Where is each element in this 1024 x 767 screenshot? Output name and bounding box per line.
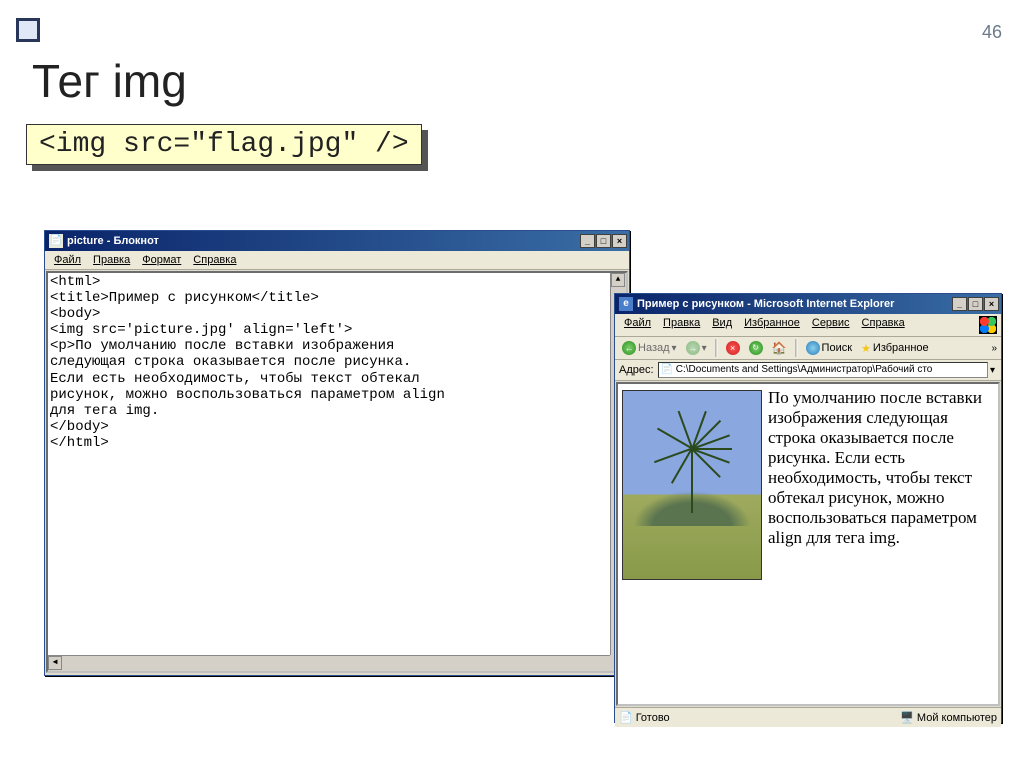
search-icon <box>806 341 820 355</box>
status-done-icon: 📄 <box>619 711 633 724</box>
notepad-title: picture - Блокнот <box>67 235 580 247</box>
ie-toolbar: ← Назад ▾ → ▾ × ↻ 🏠 Поиск ★ Избранное » <box>615 337 1001 360</box>
menu-edit[interactable]: Правка <box>88 253 135 267</box>
back-icon: ← <box>622 341 636 355</box>
menu-help[interactable]: Справка <box>188 253 241 267</box>
toolbar-separator <box>715 339 718 357</box>
notepad-code: <html> <title>Пример с рисунком</title> … <box>50 274 624 469</box>
ie-icon: e <box>619 297 633 311</box>
maximize-button[interactable]: □ <box>968 297 983 311</box>
menu-edit[interactable]: Правка <box>658 316 705 334</box>
address-value: C:\Documents and Settings\Администратор\… <box>676 364 933 375</box>
menu-help[interactable]: Справка <box>857 316 910 334</box>
menu-tools[interactable]: Сервис <box>807 316 855 334</box>
search-button[interactable]: Поиск <box>803 340 855 356</box>
scroll-up-icon[interactable]: ▲ <box>611 273 625 287</box>
slide-title: Тег img <box>32 54 187 108</box>
menu-format[interactable]: Формат <box>137 253 186 267</box>
menu-file[interactable]: Файл <box>619 316 656 334</box>
notepad-menubar: Файл Правка Формат Справка <box>45 251 629 270</box>
refresh-button[interactable]: ↻ <box>746 340 766 356</box>
minimize-button[interactable]: _ <box>580 234 595 248</box>
minimize-button[interactable]: _ <box>952 297 967 311</box>
address-label: Адрес: <box>619 364 654 376</box>
notepad-icon: 📄 <box>49 234 63 248</box>
star-icon: ★ <box>861 342 871 355</box>
code-example: <img src="flag.jpg" /> <box>26 124 422 165</box>
home-icon: 🏠 <box>772 341 787 355</box>
menu-file[interactable]: Файл <box>49 253 86 267</box>
back-button[interactable]: ← Назад ▾ <box>619 340 680 356</box>
ie-window: e Пример с рисунком - Microsoft Internet… <box>614 293 1002 723</box>
home-button[interactable]: 🏠 <box>769 340 790 356</box>
ie-viewport: По умолчанию после вставки изображения с… <box>616 382 1000 706</box>
maximize-button[interactable]: □ <box>596 234 611 248</box>
forward-icon: → <box>686 341 700 355</box>
ie-address-bar: Адрес: 📄 C:\Documents and Settings\Админ… <box>615 360 1001 381</box>
close-button[interactable]: × <box>612 234 627 248</box>
address-input[interactable]: 📄 C:\Documents and Settings\Администрато… <box>658 362 988 378</box>
ie-title: Пример с рисунком - Microsoft Internet E… <box>637 298 952 310</box>
status-done-label: Готово <box>636 712 670 724</box>
menu-favorites[interactable]: Избранное <box>739 316 805 334</box>
toolbar-separator <box>795 339 798 357</box>
favorites-button[interactable]: ★ Избранное <box>858 341 932 356</box>
favorites-label: Избранное <box>873 342 929 354</box>
chevron-down-icon: ▾ <box>702 343 707 354</box>
stop-button[interactable]: × <box>723 340 743 356</box>
status-zone-icon: 🖥️ <box>900 711 914 724</box>
code-example-text: <img src="flag.jpg" /> <box>26 124 422 165</box>
status-zone-label: Мой компьютер <box>917 712 997 724</box>
slide-bullet <box>16 18 40 42</box>
address-dropdown-icon[interactable]: ▾ <box>990 365 995 376</box>
toolbar-overflow-icon[interactable]: » <box>991 343 997 354</box>
page-number: 46 <box>982 22 1002 43</box>
close-button[interactable]: × <box>984 297 999 311</box>
back-label: Назад <box>638 342 670 354</box>
menu-view[interactable]: Вид <box>707 316 737 334</box>
refresh-icon: ↻ <box>749 341 763 355</box>
notepad-editor[interactable]: <html> <title>Пример с рисунком</title> … <box>46 271 628 673</box>
page-icon: 📄 <box>661 364 673 375</box>
notepad-titlebar[interactable]: 📄 picture - Блокнот _ □ × <box>45 231 629 251</box>
page-body-text: По умолчанию после вставки изображения с… <box>768 388 982 547</box>
notepad-window: 📄 picture - Блокнот _ □ × Файл Правка Фо… <box>44 230 630 676</box>
windows-logo-icon <box>979 316 997 334</box>
stop-icon: × <box>726 341 740 355</box>
scroll-left-icon[interactable]: ◀ <box>48 656 62 670</box>
embedded-image <box>622 390 762 580</box>
chevron-down-icon: ▾ <box>672 343 677 354</box>
ie-titlebar[interactable]: e Пример с рисунком - Microsoft Internet… <box>615 294 1001 314</box>
ie-menubar: Файл Правка Вид Избранное Сервис Справка <box>615 314 1001 337</box>
notepad-scrollbar-h[interactable]: ◀ <box>48 655 610 671</box>
search-label: Поиск <box>822 342 852 354</box>
forward-button[interactable]: → ▾ <box>683 340 710 356</box>
ie-status-bar: 📄 Готово 🖥️ Мой компьютер <box>615 707 1001 727</box>
